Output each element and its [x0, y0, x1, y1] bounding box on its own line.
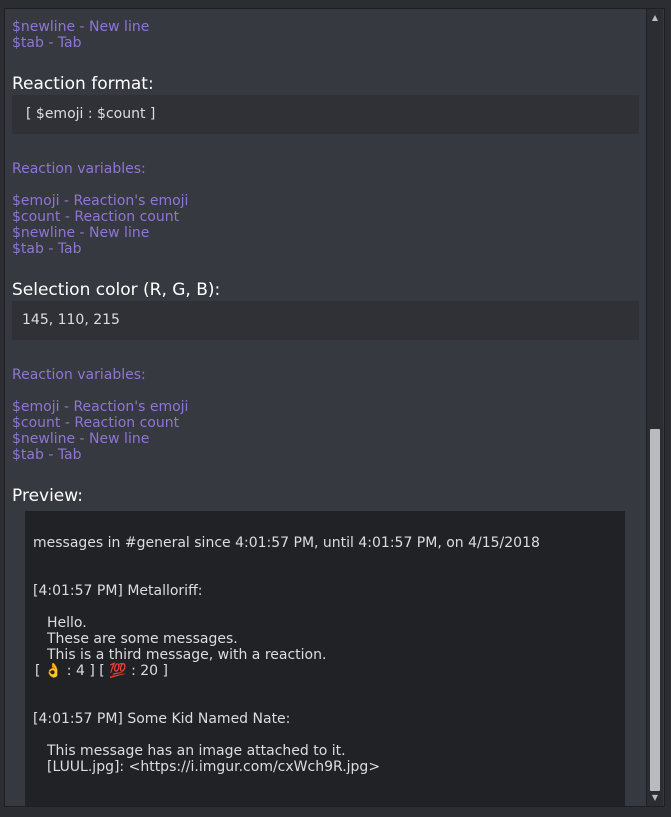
reaction-variables-title: Reaction variables: [12, 367, 146, 383]
settings-window: $newline - New line $tab - Tab Reaction … [4, 8, 665, 807]
reaction-variable-tab: $tab - Tab [12, 447, 82, 463]
reaction-list: [ 👌 : 4 ] [ 💯 : 20 ] [35, 663, 168, 679]
message-author-line: [4:01:57 PM] Some Kid Named Nate: [33, 711, 291, 727]
scrollbar-thumb[interactable] [650, 429, 660, 791]
scroll-down-arrow-icon[interactable]: ▼ [647, 790, 663, 805]
message-line: [LUUL.jpg]: <https://i.imgur.com/cxWch9R… [47, 759, 381, 775]
preview-heading: Preview: [12, 486, 83, 506]
hundred-points-emoji-icon: 💯 [109, 663, 127, 679]
settings-scroll-area: $newline - New line $tab - Tab Reaction … [5, 9, 646, 806]
reaction-variable-count: $count - Reaction count [12, 415, 180, 431]
preview-panel: messages in #general since 4:01:57 PM, u… [25, 511, 625, 806]
selection-color-input[interactable] [12, 301, 639, 340]
message-line: This message has an image attached to it… [47, 743, 346, 759]
ok-hand-emoji-icon: 👌 [44, 663, 63, 679]
reaction-variable-newline: $newline - New line [12, 431, 150, 447]
vertical-scrollbar[interactable]: ▲ ▼ [646, 9, 663, 806]
message-variable-tab: $tab - Tab [12, 35, 82, 51]
reaction-format-input[interactable] [12, 95, 639, 134]
message-line: Hello. [47, 615, 87, 631]
reaction-variables-title: Reaction variables: [12, 161, 146, 177]
preview-header-line: messages in #general since 4:01:57 PM, u… [33, 535, 540, 551]
message-author-line: [4:01:57 PM] Metalloriff: [33, 583, 203, 599]
reaction-variable-count: $count - Reaction count [12, 209, 180, 225]
reaction-variable-newline: $newline - New line [12, 225, 150, 241]
reaction-count: 20 [140, 663, 159, 679]
reaction-variable-emoji: $emoji - Reaction's emoji [12, 399, 189, 415]
reaction-variable-tab: $tab - Tab [12, 241, 82, 257]
selection-color-heading: Selection color (R, G, B): [12, 280, 221, 300]
message-variable-newline: $newline - New line [12, 19, 150, 35]
message-line: These are some messages. [47, 631, 238, 647]
reaction-format-heading: Reaction format: [12, 74, 154, 94]
reaction-variable-emoji: $emoji - Reaction's emoji [12, 193, 189, 209]
reaction-count: 4 [75, 663, 85, 679]
scroll-up-arrow-icon[interactable]: ▲ [647, 10, 663, 25]
message-line: This is a third message, with a reaction… [47, 647, 327, 663]
